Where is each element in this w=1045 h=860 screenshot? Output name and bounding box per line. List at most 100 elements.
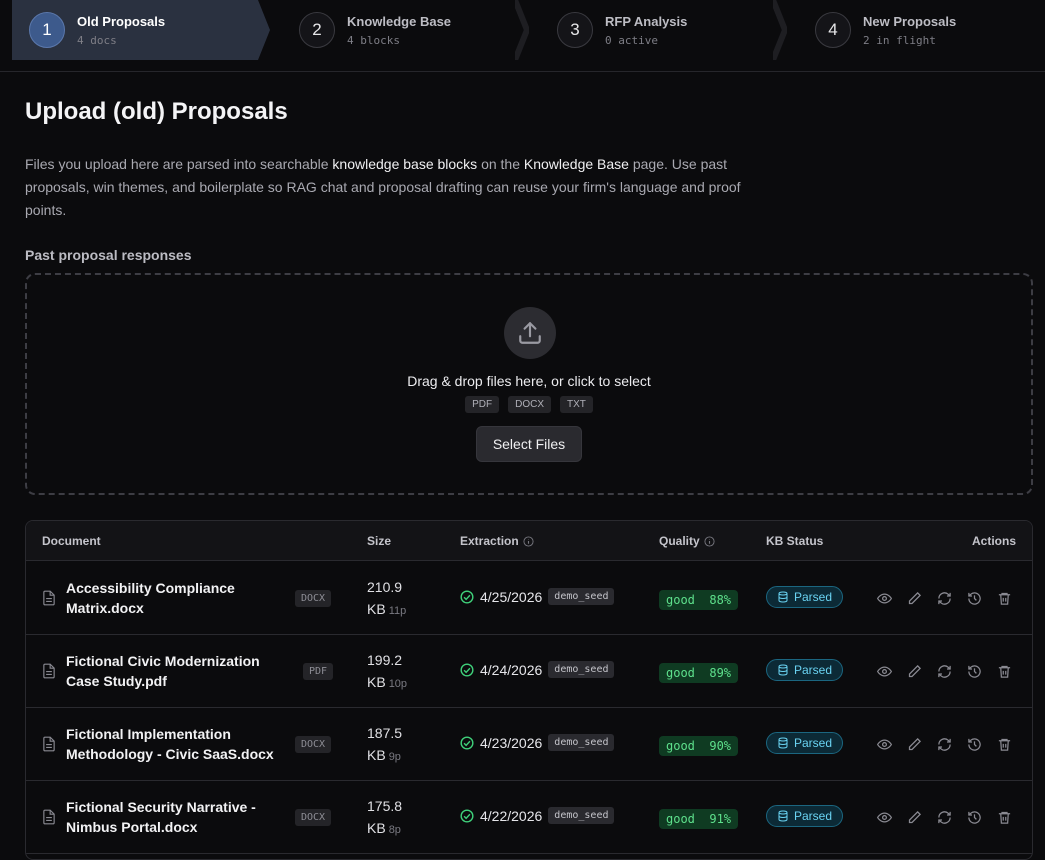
history-icon[interactable]: [966, 663, 982, 679]
quality-badge: good 91%: [659, 809, 739, 829]
check-circle-icon: [460, 662, 474, 677]
step-knowledge-base[interactable]: 2 Knowledge Base 4 blocks: [299, 0, 451, 60]
info-icon[interactable]: [523, 535, 534, 547]
view-icon[interactable]: [876, 590, 892, 606]
page-title: Upload (old) Proposals: [25, 98, 288, 125]
file-size: 199.2 KB 10p: [367, 652, 408, 690]
source-tag: demo_seed: [548, 661, 615, 678]
page-description: Files you upload here are parsed into se…: [25, 156, 741, 218]
view-icon[interactable]: [876, 663, 892, 679]
step-number: 3: [557, 12, 593, 48]
step-number: 2: [299, 12, 335, 48]
file-dropzone[interactable]: Drag & drop files here, or click to sele…: [25, 273, 1033, 495]
view-icon[interactable]: [876, 809, 892, 825]
check-circle-icon: [460, 735, 474, 750]
delete-icon[interactable]: [996, 590, 1012, 606]
page-count: 8p: [388, 824, 401, 836]
upload-icon: [504, 307, 556, 359]
section-label: Past proposal responses: [25, 247, 192, 263]
page-count: 9p: [388, 751, 401, 763]
document-icon: [42, 663, 56, 684]
info-icon[interactable]: [704, 535, 715, 547]
extraction-date: 4/24/2026: [480, 661, 543, 678]
document-icon: [42, 590, 56, 611]
extraction-date: 4/22/2026: [480, 807, 543, 824]
file-type-badge: DOCX: [295, 590, 332, 607]
select-files-button[interactable]: Select Files: [476, 426, 582, 462]
history-icon[interactable]: [966, 809, 982, 825]
file-type-badge: PDF: [303, 663, 334, 680]
view-icon[interactable]: [876, 736, 892, 752]
step-subtitle: 4 docs: [77, 33, 117, 47]
reprocess-icon[interactable]: [936, 590, 952, 606]
reprocess-icon[interactable]: [936, 736, 952, 752]
step-old-proposals[interactable]: 1 Old Proposals 4 docs: [29, 0, 165, 60]
chevron-right-icon: [773, 0, 787, 60]
check-circle-icon: [460, 589, 474, 604]
file-type-badge: DOCX: [508, 396, 551, 413]
delete-icon[interactable]: [996, 809, 1012, 825]
step-title: Old Proposals: [77, 13, 166, 29]
column-header-size[interactable]: Size: [367, 534, 391, 548]
column-header-kb-status[interactable]: KB Status: [766, 534, 823, 548]
kb-status-badge: Parsed: [766, 586, 844, 608]
document-name[interactable]: Fictional Security Narrative - Nimbus Po…: [66, 797, 286, 837]
step-subtitle: 0 active: [605, 33, 658, 47]
kb-status-badge: Parsed: [766, 732, 844, 754]
file-type-badge: TXT: [560, 396, 593, 413]
history-icon[interactable]: [966, 736, 982, 752]
source-tag: demo_seed: [548, 807, 615, 824]
column-header-extraction[interactable]: Extraction: [460, 534, 534, 548]
dropzone-title: Drag & drop files here, or click to sele…: [407, 373, 651, 389]
step-new-proposals[interactable]: 4 New Proposals 2 in flight: [815, 0, 956, 60]
document-icon: [42, 736, 56, 757]
file-type-badges: PDF DOCX TXT: [27, 396, 1031, 413]
edit-icon[interactable]: [906, 736, 922, 752]
step-subtitle: 2 in flight: [863, 33, 936, 47]
delete-icon[interactable]: [996, 736, 1012, 752]
reprocess-icon[interactable]: [936, 809, 952, 825]
database-icon: [778, 737, 788, 749]
extraction-status: 4/25/2026 demo_seed: [460, 588, 615, 605]
history-icon[interactable]: [966, 590, 982, 606]
document-icon: [42, 809, 56, 830]
column-header-quality[interactable]: Quality: [659, 534, 715, 548]
step-title: Knowledge Base: [347, 13, 452, 29]
edit-icon[interactable]: [906, 809, 922, 825]
edit-icon[interactable]: [906, 590, 922, 606]
row-actions: [876, 809, 1012, 825]
table-row[interactable]: Fictional Security Narrative - Nimbus Po…: [26, 781, 1032, 854]
row-actions: [876, 736, 1012, 752]
file-size: 210.9 KB 11p: [367, 579, 407, 617]
quality-badge: good 90%: [659, 736, 739, 756]
document-name[interactable]: Accessibility Compliance Matrix.docx: [66, 578, 286, 618]
extraction-status: 4/22/2026 demo_seed: [460, 807, 615, 824]
file-type-badge: DOCX: [295, 736, 332, 753]
row-actions: [876, 590, 1012, 606]
step-subtitle: 4 blocks: [347, 33, 400, 47]
file-size: 175.8 KB 8p: [367, 798, 403, 836]
table-row[interactable]: Fictional Implementation Methodology - C…: [26, 708, 1032, 781]
kb-status-badge: Parsed: [766, 659, 844, 681]
source-tag: demo_seed: [548, 734, 615, 751]
column-header-document[interactable]: Document: [42, 534, 101, 548]
document-name[interactable]: Fictional Civic Modernization Case Study…: [66, 651, 286, 691]
edit-icon[interactable]: [906, 663, 922, 679]
file-size: 187.5 KB 9p: [367, 725, 403, 763]
reprocess-icon[interactable]: [936, 663, 952, 679]
check-circle-icon: [460, 808, 474, 823]
database-icon: [778, 664, 788, 676]
step-rfp-analysis[interactable]: 3 RFP Analysis 0 active: [557, 0, 687, 60]
delete-icon[interactable]: [996, 663, 1012, 679]
quality-badge: good 89%: [659, 663, 739, 683]
table-row[interactable]: Fictional Civic Modernization Case Study…: [26, 635, 1032, 708]
table-header: Document Size Extraction Quality KB Stat…: [26, 521, 1032, 561]
table-row[interactable]: Accessibility Compliance Matrix.docx DOCX…: [26, 562, 1032, 635]
document-name[interactable]: Fictional Implementation Methodology - C…: [66, 724, 286, 764]
step-number: 4: [815, 12, 851, 48]
chevron-right-icon: [515, 0, 529, 60]
source-tag: demo_seed: [548, 588, 615, 605]
file-type-badge: DOCX: [295, 809, 332, 826]
kb-status-badge: Parsed: [766, 805, 844, 827]
extraction-status: 4/24/2026 demo_seed: [460, 661, 615, 678]
